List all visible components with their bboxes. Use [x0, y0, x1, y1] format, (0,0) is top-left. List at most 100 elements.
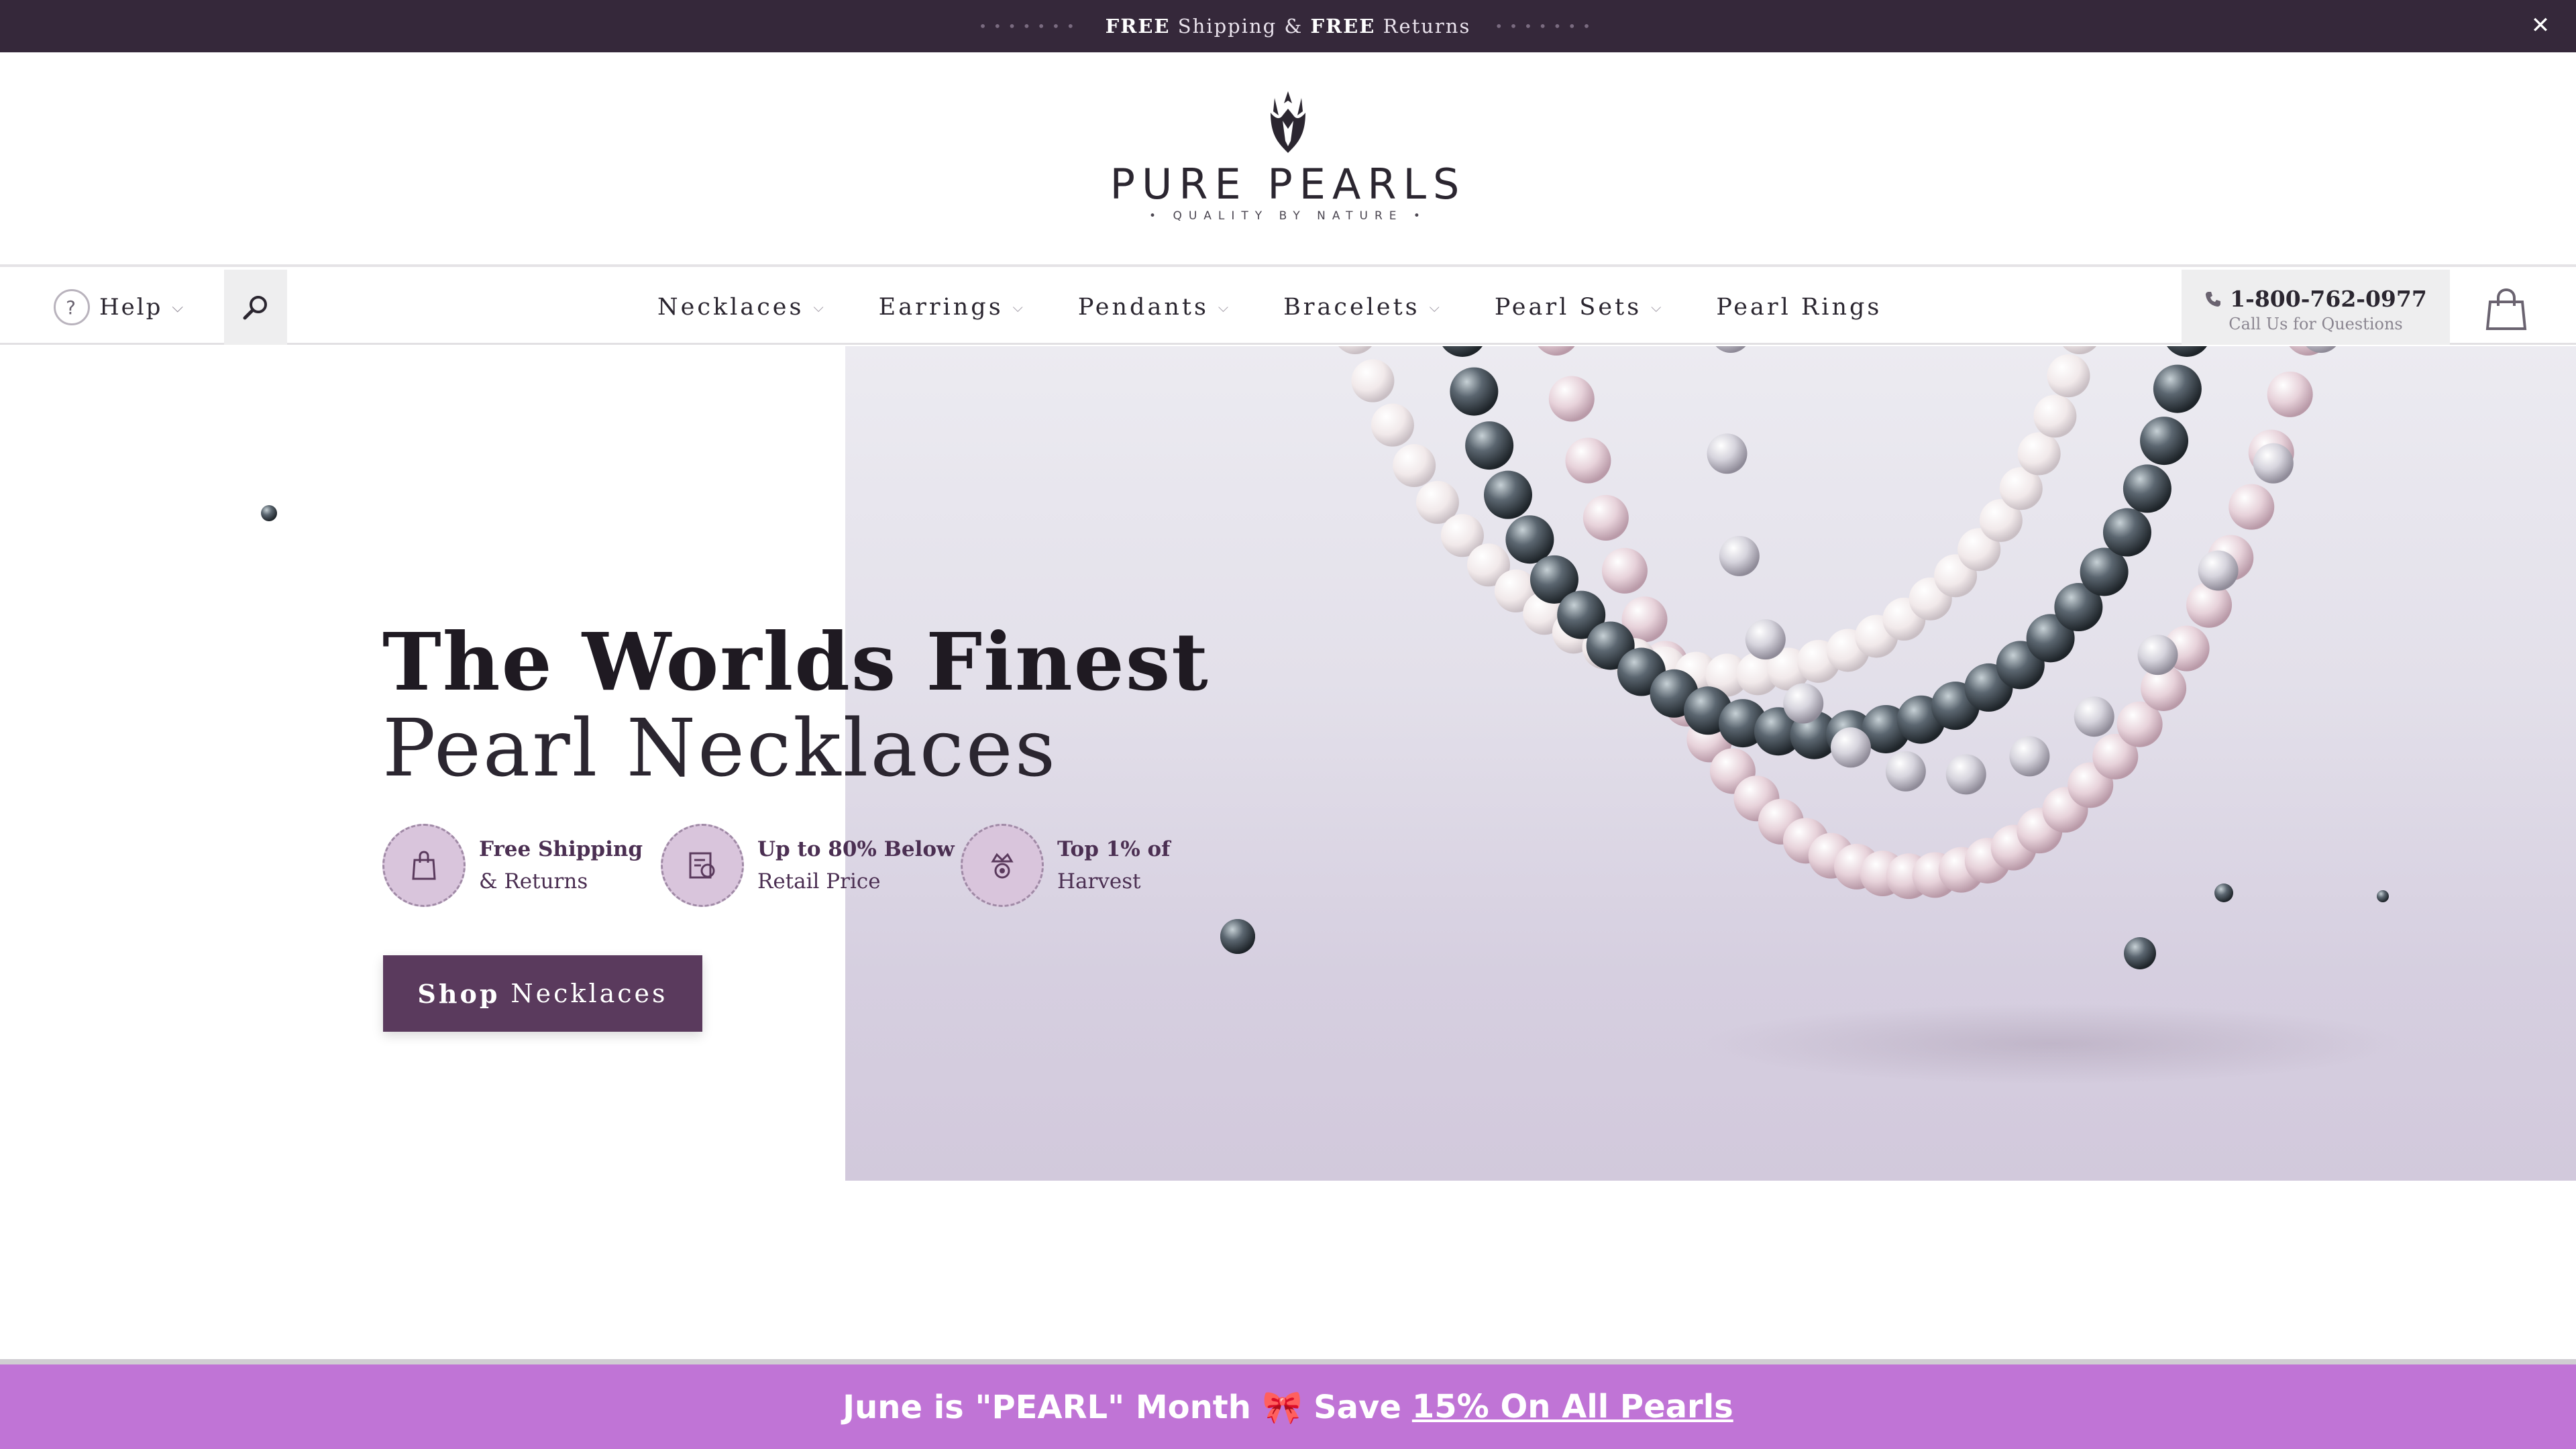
loose-pearl [2214, 883, 2233, 902]
feature-title: Up to 80% Below [757, 837, 955, 861]
pearl-bead [1338, 346, 1372, 354]
pearl-bead [1371, 403, 1414, 447]
promo-banner: June is "PEARL" Month 🎀 Save 15% On All … [0, 1364, 2576, 1449]
pearl-bead [1351, 359, 1395, 402]
phone-contact[interactable]: 1-800-762-0977 Call Us for Questions [2182, 270, 2450, 345]
phone-subtext: Call Us for Questions [2229, 315, 2403, 333]
pearl-bead [1830, 727, 1871, 768]
pearl-bead [2229, 484, 2275, 530]
pearl-bead [1719, 535, 1760, 576]
nav-item-pearl-sets[interactable]: Pearl Sets ⌵ [1495, 294, 1664, 321]
help-menu[interactable]: ? Help ⌵ [54, 288, 185, 326]
shopping-cart-button[interactable] [2482, 287, 2530, 331]
pearl-bead [1885, 751, 1926, 792]
shopping-bag-icon [2485, 288, 2527, 330]
nav-label: Earrings [878, 294, 1004, 321]
feature-subtitle: Harvest [1057, 869, 1141, 894]
pearl-bead [1442, 346, 1483, 357]
pearl-bead [1465, 421, 1514, 470]
loose-pearl [2124, 937, 2156, 969]
question-icon: ? [54, 289, 90, 325]
feature-free-shipping: Free Shipping & Returns [382, 824, 643, 907]
pearl-bead [2102, 508, 2151, 557]
pearl-bead [1715, 346, 1746, 353]
brand-name: PURE PEARLS [1110, 160, 1466, 209]
cta-bold: Shop [417, 978, 500, 1009]
pearl-bead [2140, 417, 2189, 466]
decorative-dots-right: ••••••• [1495, 18, 1597, 34]
banner-text: June is "PEARL" Month 🎀 Save [843, 1388, 1401, 1426]
pearl-bead [2167, 346, 2207, 357]
close-icon[interactable]: ✕ [2526, 11, 2556, 40]
site-header: PURE PEARLS • QUALITY BY NATURE • [0, 52, 2576, 267]
loose-pearl [2377, 890, 2389, 902]
pearl-bead [1745, 619, 1786, 660]
trident-crown-icon [1271, 91, 1305, 153]
feature-top-harvest: Top 1% of Harvest [961, 824, 1171, 907]
pearl-bead [1565, 437, 1611, 484]
nav-item-pearl-rings[interactable]: Pearl Rings [1716, 294, 1882, 321]
banner-link[interactable]: 15% On All Pearls [1412, 1388, 1733, 1426]
promo-topbar: ••••••• FREE Shipping & FREE Returns •••… [0, 0, 2576, 52]
banner-divider [0, 1359, 2576, 1364]
promo-free-2: FREE [1310, 15, 1376, 38]
pearl-bead [2153, 364, 2202, 413]
pearl-bead [1505, 515, 1554, 564]
phone-number: 1-800-762-0977 [2230, 286, 2427, 312]
chevron-down-icon: ⌵ [813, 299, 826, 315]
chevron-down-icon: ⌵ [1012, 299, 1026, 315]
pearl-bead [2047, 354, 2090, 398]
nav-item-bracelets[interactable]: Bracelets ⌵ [1283, 294, 1442, 321]
phone-icon [2206, 291, 2221, 307]
price-tag-icon [661, 824, 744, 907]
main-nav: ? Help ⌵ Necklaces ⌵ Earrings ⌵ Pendants… [0, 270, 2576, 345]
nav-label: Necklaces [657, 294, 804, 321]
feature-title: Free Shipping [479, 837, 643, 861]
feature-subtitle: & Returns [479, 869, 588, 894]
decorative-dots-left: ••••••• [979, 18, 1081, 34]
pearl-bead [2074, 696, 2114, 737]
chevron-down-icon: ⌵ [1429, 299, 1442, 315]
feature-title: Top 1% of [1057, 837, 1171, 861]
pearl-necklaces-illustration [1220, 346, 2402, 1084]
cta-rest: Necklaces [511, 979, 668, 1008]
pearl-bead [2198, 550, 2239, 591]
pearl-bead [2009, 736, 2050, 777]
pearl-bead [1393, 444, 1436, 488]
pearl-bead [1601, 547, 1648, 594]
brand-tagline: • QUALITY BY NATURE • [1149, 209, 1427, 223]
nav-label: Pearl Sets [1494, 294, 1642, 321]
chevron-down-icon: ⌵ [172, 299, 186, 316]
site-logo[interactable]: PURE PEARLS • QUALITY BY NATURE • [1100, 89, 1476, 229]
pearl-bead [2017, 432, 2061, 476]
chevron-down-icon: ⌵ [1651, 299, 1664, 315]
feature-below-retail: Up to 80% Below Retail Price [661, 824, 955, 907]
hero-subtitle: Pearl Necklaces [382, 702, 1058, 794]
help-label: Help [99, 294, 163, 321]
pearl-bead [1783, 683, 1824, 724]
nav-label: Bracelets [1283, 294, 1420, 321]
nav-item-pendants[interactable]: Pendants ⌵ [1078, 294, 1231, 321]
search-button[interactable] [224, 270, 287, 345]
promo-returns: Returns [1375, 15, 1471, 38]
pearl-bead [1548, 376, 1595, 422]
promo-free-1: FREE [1105, 15, 1171, 38]
nav-item-earrings[interactable]: Earrings ⌵ [879, 294, 1026, 321]
pearl-bead [1450, 367, 1499, 416]
pearl-bead [2267, 371, 2313, 417]
pearl-bead [2033, 394, 2077, 438]
shop-necklaces-button[interactable]: Shop Necklaces [383, 955, 702, 1032]
pearl-bead [2063, 346, 2096, 354]
hero-title: The Worlds Finest [382, 615, 1210, 708]
nav-label: Pendants [1077, 294, 1209, 321]
feature-subtitle: Retail Price [757, 869, 881, 894]
pearl-bead [2123, 464, 2171, 513]
promo-text: FREE Shipping & FREE Returns [1106, 15, 1471, 38]
pearl-bead [1538, 346, 1575, 356]
pearl-bead [2253, 443, 2294, 484]
nav-item-necklaces[interactable]: Necklaces ⌵ [657, 294, 826, 321]
pearl-bead [1707, 433, 1748, 474]
pearl-bead [2137, 635, 2178, 676]
promo-shipping: Shipping & [1170, 15, 1311, 38]
search-icon [243, 296, 267, 320]
